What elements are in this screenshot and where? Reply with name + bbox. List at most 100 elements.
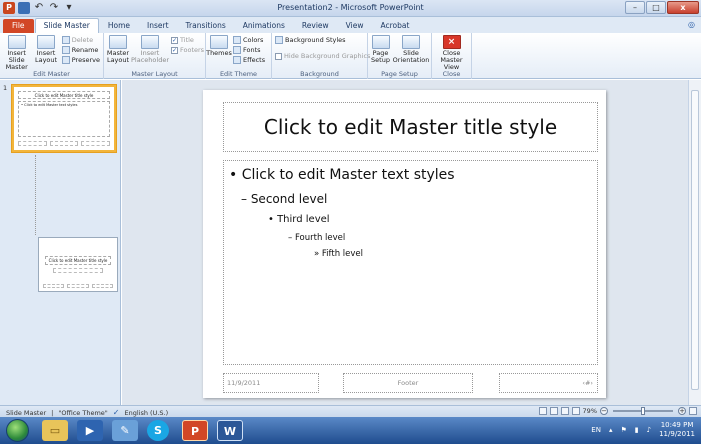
group-close: × Close Master View Close (432, 33, 472, 79)
zoom-out-icon[interactable]: − (600, 407, 608, 415)
slide-thumbnail-pane[interactable]: 1 Click to edit Master title style • Cli… (0, 80, 121, 405)
slide-orientation-icon (402, 35, 420, 49)
word-taskbar-icon[interactable]: W (217, 420, 243, 441)
slide-number-placeholder[interactable]: ‹#› (499, 373, 598, 393)
group-label-edit-master: Edit Master (33, 70, 70, 78)
body-placeholder[interactable]: • Click to edit Master text styles – Sec… (223, 160, 598, 365)
group-master-layout: Master Layout Insert Placeholder ✓ Title … (104, 33, 206, 79)
powerpoint-taskbar-icon[interactable]: P (182, 420, 208, 441)
clock-date: 11/9/2011 (659, 430, 695, 438)
rename-icon (61, 46, 70, 54)
footers-checkbox[interactable]: ✓ Footers (171, 46, 204, 54)
status-theme-name[interactable]: "Office Theme" (58, 409, 107, 417)
skype-taskbar-icon[interactable]: S (147, 420, 169, 441)
title-bar: P ↶ ↷ ▾ Presentation2 - Microsoft PowerP… (0, 0, 701, 17)
help-icon[interactable]: ◎ (688, 20, 695, 29)
page-setup-icon (371, 35, 390, 49)
clock[interactable]: 10:49 PM 11/9/2011 (659, 421, 695, 439)
effects-button[interactable]: Effects (233, 56, 265, 64)
tab-transitions[interactable]: Transitions (178, 19, 234, 33)
background-styles-button[interactable]: Background Styles (275, 36, 370, 44)
tab-view[interactable]: View (338, 19, 372, 33)
group-label-master-layout: Master Layout (131, 70, 178, 78)
insert-placeholder-icon (141, 35, 159, 49)
layout-thumbnail-subtitle (53, 268, 103, 273)
scrollbar-thumb[interactable] (691, 90, 699, 390)
delete-button[interactable]: Delete (61, 36, 100, 44)
insert-layout-icon (37, 35, 56, 49)
title-placeholder[interactable]: Click to edit Master title style (223, 102, 598, 152)
themes-icon (210, 35, 228, 49)
preserve-icon (61, 56, 70, 64)
group-edit-master: Insert Slide Master Insert Layout Delete… (0, 33, 104, 79)
tab-file[interactable]: File (3, 19, 34, 33)
group-label-close: Close (442, 70, 461, 78)
thumbnail-number: 1 (3, 84, 8, 92)
fonts-icon (233, 46, 241, 54)
clock-time: 10:49 PM (660, 421, 694, 429)
layout-connector (35, 155, 36, 235)
language-indicator[interactable]: EN (591, 426, 601, 434)
tab-insert[interactable]: Insert (139, 19, 177, 33)
reading-view-icon[interactable] (560, 407, 569, 415)
fit-to-window-icon[interactable] (689, 407, 697, 415)
status-bar: Slide Master | "Office Theme" ✓ English … (0, 405, 701, 417)
preserve-button[interactable]: Preserve (61, 56, 100, 64)
title-layout-thumbnail[interactable]: Click to edit Master title style (38, 237, 118, 292)
group-label-page-setup: Page Setup (381, 70, 418, 78)
maximize-button[interactable]: □ (646, 1, 666, 14)
close-master-view-icon: × (442, 35, 461, 49)
start-button[interactable] (6, 419, 29, 442)
slide-sorter-view-icon[interactable] (549, 407, 558, 415)
paint-taskbar-icon[interactable]: ✎ (112, 420, 138, 441)
colors-icon (233, 36, 241, 44)
tab-slide-master[interactable]: Slide Master (34, 18, 99, 33)
hide-bg-check-icon (275, 52, 282, 60)
normal-view-icon[interactable] (538, 407, 547, 415)
text-level-4: – Fourth level (288, 233, 346, 243)
tab-review[interactable]: Review (294, 19, 337, 33)
zoom-in-icon[interactable]: + (678, 407, 686, 415)
zoom-level[interactable]: 79% (583, 407, 597, 415)
thumbnail-body-placeholder: • Click to edit Master text styles (18, 101, 110, 137)
status-language[interactable]: English (U.S.) (125, 409, 169, 417)
master-layout-icon (109, 35, 127, 49)
rename-button[interactable]: Rename (61, 46, 100, 54)
tab-home[interactable]: Home (100, 19, 138, 33)
fonts-button[interactable]: Fonts (233, 46, 265, 54)
hide-background-graphics-checkbox[interactable]: Hide Background Graphics (275, 52, 370, 60)
delete-icon (61, 36, 70, 44)
tab-acrobat[interactable]: Acrobat (372, 19, 417, 33)
effects-icon (233, 56, 241, 64)
explorer-taskbar-icon[interactable]: ▭ (42, 420, 68, 441)
media-player-taskbar-icon[interactable]: ▶ (77, 420, 103, 441)
group-page-setup: Page Setup Slide Orientation Page Setup (368, 33, 432, 79)
tab-animations[interactable]: Animations (235, 19, 293, 33)
group-label-edit-theme: Edit Theme (219, 70, 258, 78)
flag-icon[interactable]: ⚑ (620, 426, 626, 434)
vertical-scrollbar[interactable] (688, 80, 701, 405)
group-label-background: Background (300, 70, 339, 78)
slide-master-canvas[interactable]: Click to edit Master title style • Click… (203, 90, 606, 398)
layout-thumbnail-title: Click to edit Master title style (45, 256, 111, 265)
slide-master-thumbnail[interactable]: Click to edit Master title style • Click… (12, 85, 116, 152)
zoom-slider-knob[interactable] (641, 407, 645, 415)
spelling-check-icon[interactable]: ✓ (113, 408, 120, 417)
network-icon[interactable]: ▮ (635, 426, 639, 434)
slide-show-icon[interactable] (571, 407, 580, 415)
title-checkbox[interactable]: ✓ Title (171, 36, 204, 44)
close-button[interactable]: x (667, 1, 699, 14)
layout-thumbnail-footers (43, 284, 113, 288)
footer-placeholder[interactable]: Footer (343, 373, 473, 393)
text-level-1: • Click to edit Master text styles (229, 167, 455, 183)
zoom-slider[interactable] (613, 407, 673, 415)
date-placeholder[interactable]: 11/9/2011 (223, 373, 319, 393)
colors-button[interactable]: Colors (233, 36, 265, 44)
minimize-button[interactable]: – (625, 1, 645, 14)
title-check-icon: ✓ (171, 36, 178, 44)
volume-icon[interactable]: ♪ (647, 426, 651, 434)
ribbon: Insert Slide Master Insert Layout Delete… (0, 33, 701, 79)
footers-check-icon: ✓ (171, 46, 178, 54)
tray-arrow-icon[interactable]: ▴ (609, 426, 613, 434)
thumbnail-title-placeholder: Click to edit Master title style (18, 91, 110, 99)
